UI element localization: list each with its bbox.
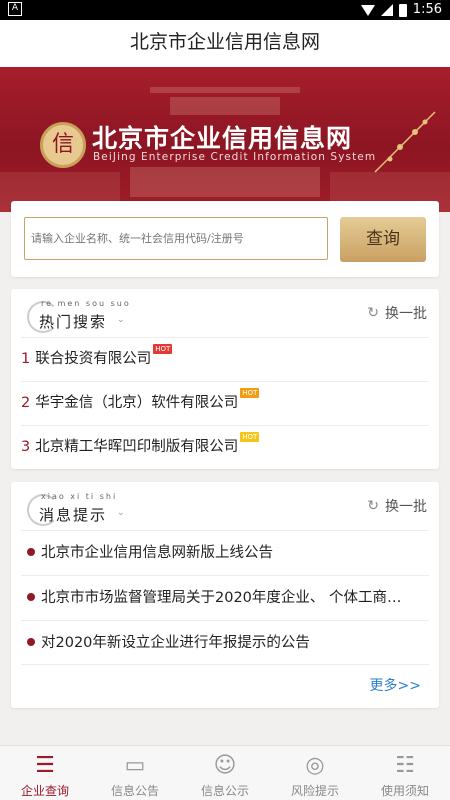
tab-label: 信息公示	[200, 784, 249, 798]
hot-search-title: 热门搜索	[39, 313, 108, 331]
page-title: 北京市企业信用信息网	[0, 20, 450, 67]
notification-icon: A	[8, 2, 22, 16]
hot-company-name: 北京精工华晖凹印制版有限公司	[35, 439, 239, 455]
tab-info-announcement[interactable]: ▭ 信息公告	[90, 746, 180, 800]
bullet-icon	[27, 593, 35, 601]
message-text: 对2020年新设立企业进行年报提示的公告	[41, 635, 310, 651]
message-item[interactable]: 北京市市场监督管理局关于2020年度企业、 个体工商…	[21, 575, 429, 620]
hot-search-pinyin: re men sou suo	[41, 299, 131, 308]
logo-seal-icon: 信	[40, 122, 86, 168]
tab-label: 风险提示	[290, 784, 339, 798]
bus-stop-icon: ▭	[124, 753, 146, 778]
hot-badge: HOT	[240, 388, 260, 398]
messages-refresh-button[interactable]: ↻ 换一批	[367, 496, 427, 516]
signal-icon	[380, 4, 393, 16]
chevron-down-icon: ⌄	[117, 315, 125, 325]
hot-refresh-label: 换一批	[385, 306, 427, 322]
wifi-icon	[360, 4, 375, 16]
messages-pinyin: xiao xi ti shi	[41, 492, 118, 501]
bullet-icon	[27, 548, 35, 556]
tab-label: 信息公告	[110, 784, 159, 798]
hot-badge: HOT	[153, 344, 173, 354]
bulb-icon: ◎	[305, 753, 325, 778]
tab-label: 企业查询	[20, 784, 69, 798]
hot-search-card: re men sou suo 热门搜索 ⌄ ↻ 换一批 1 联合投资有限公司HOT…	[11, 289, 439, 469]
hot-company-name: 联合投资有限公司	[35, 351, 152, 367]
branch-decoration-icon	[374, 111, 436, 173]
banner-subtitle: BeiJing Enterprise Credit Information Sy…	[93, 151, 377, 163]
search-button[interactable]: 查询	[340, 217, 426, 262]
bullet-icon	[27, 638, 35, 646]
hot-rank: 1	[21, 351, 31, 367]
message-text: 北京市市场监督管理局关于2020年度企业、 个体工商…	[41, 590, 402, 606]
hot-badge: HOT	[240, 432, 260, 442]
messages-refresh-label: 换一批	[385, 499, 427, 515]
search-input[interactable]	[24, 217, 328, 260]
refresh-icon: ↻	[367, 498, 379, 514]
message-item[interactable]: 对2020年新设立企业进行年报提示的公告	[21, 620, 429, 665]
message-item[interactable]: 北京市企业信用信息网新版上线公告	[21, 530, 429, 575]
hot-refresh-button[interactable]: ↻ 换一批	[367, 303, 427, 323]
hot-rank: 2	[21, 395, 31, 411]
hot-search-item[interactable]: 1 联合投资有限公司HOT	[21, 337, 429, 380]
more-link[interactable]: 更多>>	[370, 675, 421, 695]
status-bar: A 1:56	[0, 0, 450, 20]
tab-label: 使用须知	[380, 784, 429, 798]
chevron-down-icon: ⌄	[117, 508, 125, 518]
messages-title: 消息提示	[39, 506, 108, 524]
bottom-tab-bar: ☰ 企业查询 ▭ 信息公告 ☺ 信息公示 ◎ 风险提示 ☷ 使用须知	[0, 745, 450, 800]
tab-info-publicity[interactable]: ☺ 信息公示	[180, 746, 270, 800]
hot-company-name: 华宇金信（北京）软件有限公司	[35, 395, 239, 411]
notice-icon: ☷	[395, 753, 415, 778]
messages-card: xiao xi ti shi 消息提示 ⌄ ↻ 换一批 北京市企业信用信息网新版…	[11, 482, 439, 708]
hot-search-item[interactable]: 3 北京精工华晖凹印制版有限公司HOT	[21, 425, 429, 468]
battery-icon	[398, 3, 407, 17]
search-card: 查询	[11, 201, 439, 277]
header-banner: 信 北京市企业信用信息网 BeiJing Enterprise Credit I…	[0, 67, 450, 212]
hot-search-item[interactable]: 2 华宇金信（北京）软件有限公司HOT	[21, 381, 429, 424]
tab-risk-alert[interactable]: ◎ 风险提示	[270, 746, 360, 800]
status-time: 1:56	[412, 2, 442, 17]
badge-icon: ☺	[213, 753, 237, 778]
message-text: 北京市企业信用信息网新版上线公告	[41, 545, 273, 561]
refresh-icon: ↻	[367, 305, 379, 321]
divider	[21, 664, 429, 665]
tab-enterprise-search[interactable]: ☰ 企业查询	[0, 746, 90, 800]
banner-title: 北京市企业信用信息网	[92, 124, 353, 153]
tab-usage-notice[interactable]: ☷ 使用须知	[360, 746, 450, 800]
search-list-icon: ☰	[35, 753, 55, 778]
hot-rank: 3	[21, 439, 31, 455]
